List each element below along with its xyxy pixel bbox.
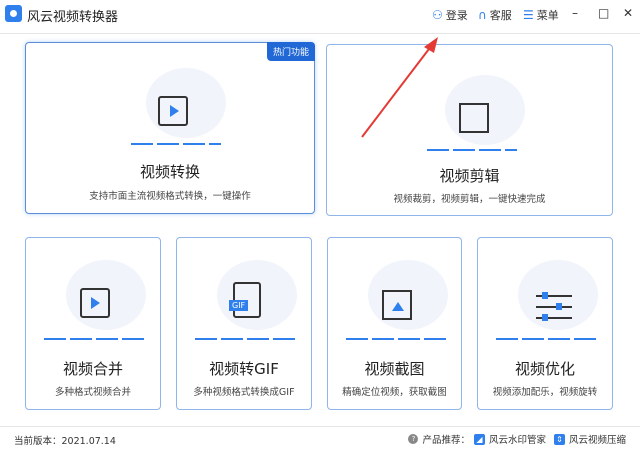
version-label: 当前版本：2021.07.14	[14, 436, 116, 447]
annotation-arrow	[361, 37, 438, 138]
compress-app-icon: ⇕	[553, 433, 565, 445]
recommend-label: 产品推荐：	[422, 435, 470, 446]
product-link-compress[interactable]: 风云视频压缩	[569, 432, 626, 446]
product-link-watermark[interactable]: 风云水印管家	[489, 432, 546, 446]
help-icon: ?	[408, 434, 419, 444]
footer-divider	[0, 426, 640, 427]
watermark-app-icon: ◢	[473, 433, 485, 445]
product-recommend: ? 产品推荐： ◢ 风云水印管家 ⇕ 风云视频压缩	[408, 432, 626, 446]
